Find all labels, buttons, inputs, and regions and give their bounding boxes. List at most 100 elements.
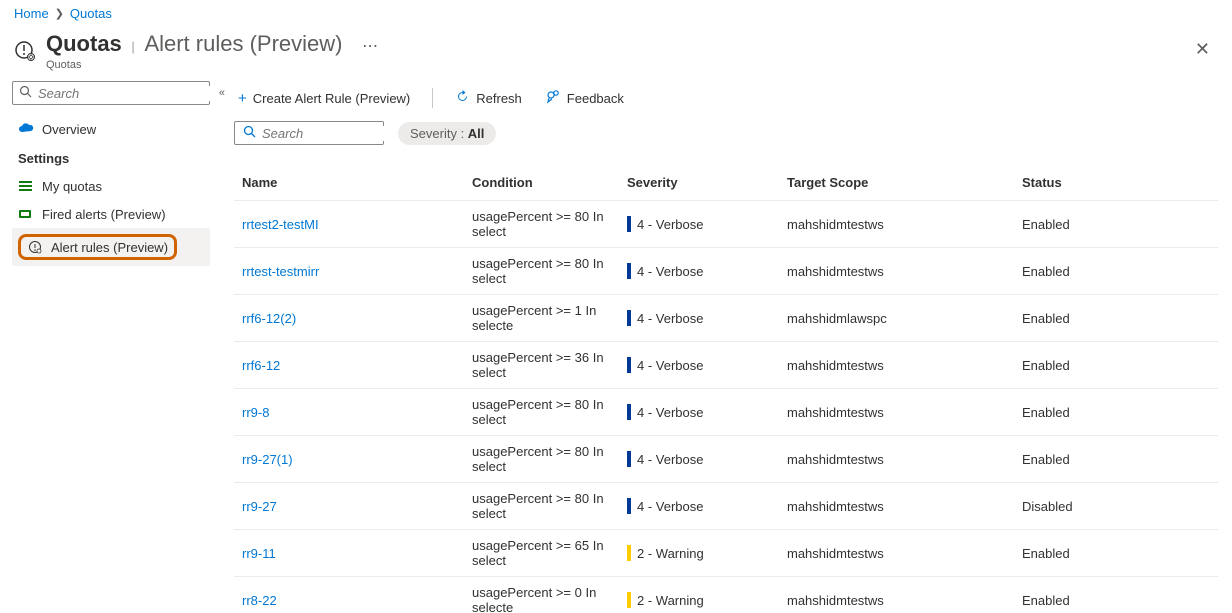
sidebar-section-settings: Settings [12,143,210,172]
cell-status: Enabled [1022,217,1122,232]
cell-status: Enabled [1022,264,1122,279]
cell-scope: mahshidmtestws [787,593,1022,608]
search-icon [19,85,32,101]
sidebar-search[interactable]: « [12,81,210,105]
cell-condition: usagePercent >= 80 In select [472,491,627,521]
toolbar-divider [432,88,433,108]
severity-bar-icon [627,404,631,420]
cell-scope: mahshidmtestws [787,217,1022,232]
page-subtitle: Quotas [46,59,382,71]
col-header-condition[interactable]: Condition [472,175,627,190]
create-alert-rule-button[interactable]: + Create Alert Rule (Preview) [234,86,414,111]
breadcrumb-home[interactable]: Home [14,6,49,21]
cell-status: Enabled [1022,452,1122,467]
alert-rules-table: Name Condition Severity Target Scope Sta… [234,167,1218,613]
refresh-button[interactable]: Refresh [451,85,526,111]
search-icon [243,125,256,141]
cell-severity: 4 - Verbose [627,216,787,232]
cell-severity: 4 - Verbose [627,310,787,326]
severity-bar-icon [627,545,631,561]
sidebar-item-overview[interactable]: Overview [12,115,210,143]
breadcrumb-quotas[interactable]: Quotas [70,6,112,21]
severity-bar-icon [627,310,631,326]
table-header: Name Condition Severity Target Scope Sta… [234,167,1218,201]
cell-condition: usagePercent >= 80 In select [472,397,627,427]
cell-severity: 2 - Warning [627,592,787,608]
cell-status: Enabled [1022,405,1122,420]
cell-condition: usagePercent >= 65 In select [472,538,627,568]
table-row: rrtest-testmirr usagePercent >= 80 In sel… [234,248,1218,295]
cell-scope: mahshidmtestws [787,546,1022,561]
cell-status: Enabled [1022,593,1122,608]
cell-condition: usagePercent >= 1 In selecte [472,303,627,333]
col-header-scope[interactable]: Target Scope [787,175,1022,190]
cell-scope: mahshidmtestws [787,405,1022,420]
page-header: Quotas | Alert rules (Preview) ⋯ Quotas … [0,25,1232,81]
quotas-icon [14,40,36,62]
filter-row: Severity : All [234,121,1218,145]
cell-scope: mahshidmtestws [787,499,1022,514]
breadcrumb: Home ❯ Quotas [0,0,1232,25]
alert-icon [18,206,34,222]
alert-rule-link[interactable]: rrtest2-testMI [242,217,319,232]
cell-status: Enabled [1022,358,1122,373]
cell-severity: 4 - Verbose [627,263,787,279]
table-row: rr9-11 usagePercent >= 65 In select2 - Wa… [234,530,1218,577]
cell-status: Disabled [1022,499,1122,514]
col-header-severity[interactable]: Severity [627,175,787,190]
alert-rule-link[interactable]: rr9-8 [242,405,269,420]
cell-condition: usagePercent >= 80 In select [472,209,627,239]
collapse-sidebar-icon[interactable]: « [219,87,225,99]
table-row: rrf6-12(2) usagePercent >= 1 In selecte4 … [234,295,1218,342]
col-header-status[interactable]: Status [1022,175,1122,190]
cell-severity: 2 - Warning [627,545,787,561]
table-row: rr9-8 usagePercent >= 80 In select4 - Ver… [234,389,1218,436]
close-button[interactable]: ✕ [1187,35,1218,64]
highlight-ring: Alert rules (Preview) [18,234,177,260]
cell-condition: usagePercent >= 80 In select [472,444,627,474]
list-icon [18,178,34,194]
cell-severity: 4 - Verbose [627,404,787,420]
table-row: rrf6-12usagePercent >= 36 In select4 - V… [234,342,1218,389]
more-button[interactable]: ⋯ [358,38,382,55]
table-row: rr9-27 usagePercent >= 80 In select4 - Ve… [234,483,1218,530]
sidebar-item-alert-rules[interactable]: Alert rules (Preview) [12,228,210,266]
refresh-icon [455,89,470,107]
chevron-right-icon: ❯ [55,7,64,20]
table-search[interactable] [234,121,384,145]
severity-bar-icon [627,263,631,279]
col-header-name[interactable]: Name [242,175,472,190]
alert-rule-link[interactable]: rr9-27 [242,499,277,514]
sidebar-item-label: My quotas [42,179,102,194]
sidebar-item-label: Fired alerts (Preview) [42,207,166,222]
feedback-button[interactable]: Feedback [542,85,628,111]
alert-rule-link[interactable]: rrf6-12(2) [242,311,296,326]
sidebar-item-fired-alerts[interactable]: Fired alerts (Preview) [12,200,210,228]
sidebar: « Overview Settings My quotas Fired aler… [0,81,220,613]
cell-scope: mahshidmtestws [787,452,1022,467]
table-row: rr9-27(1)usagePercent >= 80 In select4 -… [234,436,1218,483]
severity-bar-icon [627,592,631,608]
alert-rule-link[interactable]: rrtest-testmirr [242,264,319,279]
alert-rule-link[interactable]: rr9-11 [242,546,276,561]
severity-filter[interactable]: Severity : All [398,122,496,145]
cell-severity: 4 - Verbose [627,357,787,373]
alert-rule-link[interactable]: rr8-22 [242,593,277,608]
cell-scope: mahshidmlawspc [787,311,1022,326]
alert-rule-link[interactable]: rr9-27(1) [242,452,293,467]
alert-rule-link[interactable]: rrf6-12 [242,358,280,373]
cell-condition: usagePercent >= 80 In select [472,256,627,286]
cell-severity: 4 - Verbose [627,498,787,514]
severity-bar-icon [627,216,631,232]
cell-status: Enabled [1022,546,1122,561]
toolbar: + Create Alert Rule (Preview) Refresh Fe… [234,81,1218,121]
cell-status: Enabled [1022,311,1122,326]
table-row: rr8-22usagePercent >= 0 In selecte2 - Wa… [234,577,1218,613]
cloud-icon [18,121,34,137]
sidebar-item-label: Alert rules (Preview) [51,240,168,255]
main-content: + Create Alert Rule (Preview) Refresh Fe… [220,81,1232,613]
feedback-icon [546,89,561,107]
sidebar-search-input[interactable] [38,86,216,101]
table-row: rrtest2-testMI usagePercent >= 80 In sele… [234,201,1218,248]
sidebar-item-my-quotas[interactable]: My quotas [12,172,210,200]
